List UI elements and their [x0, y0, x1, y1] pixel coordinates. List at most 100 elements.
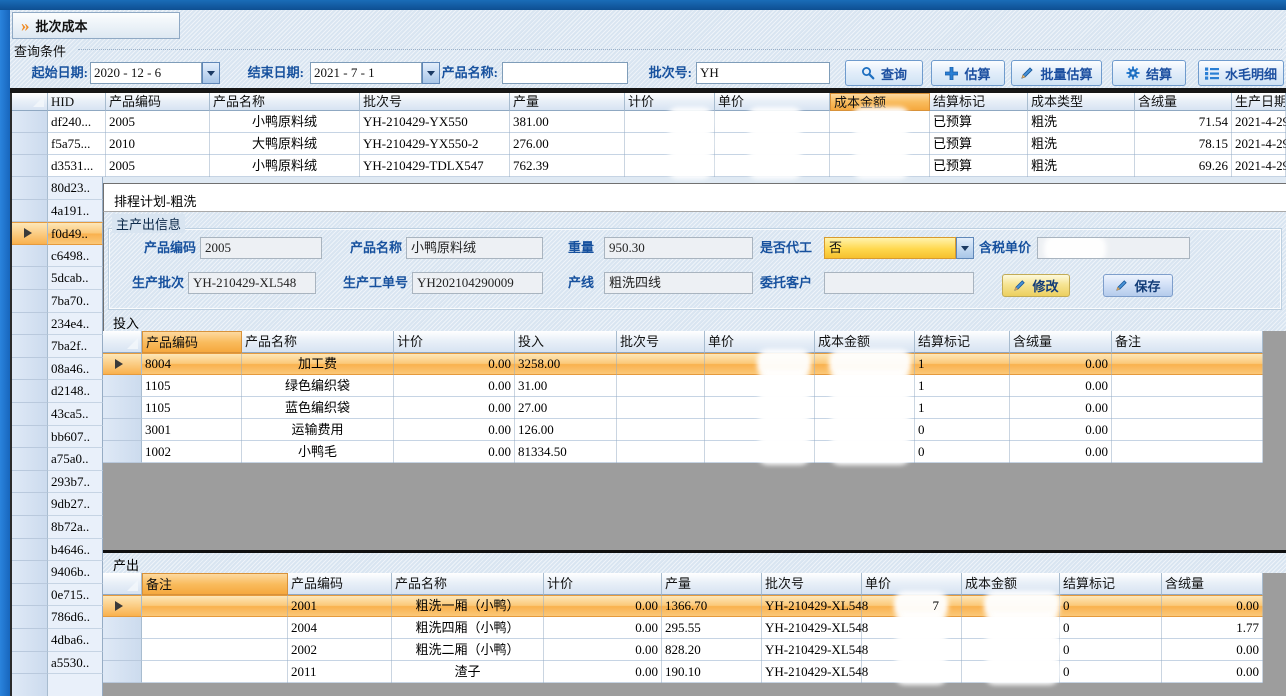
row-marker-cell[interactable] [12, 606, 48, 629]
row-marker-cell[interactable] [103, 397, 142, 419]
row-marker-cell[interactable] [12, 380, 48, 403]
column-header[interactable]: 产品编码 [106, 93, 210, 111]
column-header[interactable]: 产品名称 [210, 93, 360, 111]
select-all-header[interactable] [103, 573, 142, 595]
outsourced-combo-button[interactable] [956, 237, 974, 259]
modify-button[interactable]: 修改 [1002, 274, 1070, 297]
row-marker-cell[interactable] [12, 155, 48, 177]
column-header[interactable]: 备注 [142, 573, 288, 595]
column-header[interactable]: 产品名称 [392, 573, 544, 595]
product-name-input[interactable] [502, 62, 628, 84]
select-all-header[interactable] [103, 331, 142, 353]
column-header[interactable]: 结算标记 [1060, 573, 1162, 595]
row-marker-cell[interactable] [12, 426, 48, 449]
tab-batch-cost[interactable]: » 批次成本 [12, 12, 180, 39]
row-marker-cell[interactable] [12, 313, 48, 336]
left-hid-row[interactable]: 234e4.. [48, 313, 103, 336]
save-button[interactable]: 保存 [1103, 274, 1173, 297]
row-marker-cell[interactable] [12, 539, 48, 562]
column-header[interactable]: 成本类型 [1028, 93, 1135, 111]
column-header[interactable]: 投入 [515, 331, 617, 353]
column-header[interactable]: 批次号 [617, 331, 705, 353]
row-marker-cell[interactable] [12, 177, 48, 200]
left-hid-row[interactable]: 7ba70.. [48, 290, 103, 313]
row-marker-cell[interactable] [12, 335, 48, 358]
left-hid-row[interactable] [48, 674, 103, 696]
row-marker-cell[interactable] [103, 639, 142, 661]
left-hid-row[interactable]: 43ca5.. [48, 403, 103, 426]
weight-field[interactable]: 950.30 [604, 237, 753, 259]
row-marker-cell[interactable] [12, 290, 48, 313]
work-order-field[interactable]: YH202104290009 [412, 272, 543, 294]
left-hid-row[interactable]: c6498.. [48, 245, 103, 268]
column-header[interactable]: 结算标记 [915, 331, 1010, 353]
column-header[interactable]: 产品编码 [142, 331, 242, 353]
row-marker-cell[interactable] [103, 441, 142, 463]
column-header[interactable]: 含绒量 [1135, 93, 1232, 111]
column-header[interactable]: 含绒量 [1010, 331, 1112, 353]
left-hid-row[interactable]: bb607.. [48, 426, 103, 449]
row-marker-cell[interactable] [12, 674, 48, 696]
outsourced-combo[interactable]: 否 [824, 237, 956, 259]
row-marker-cell[interactable] [12, 133, 48, 155]
column-header[interactable]: 批次号 [762, 573, 862, 595]
start-date-input[interactable] [90, 62, 202, 84]
column-header[interactable]: 含绒量 [1162, 573, 1263, 595]
water-down-detail-button[interactable]: 水毛明细 [1198, 60, 1284, 86]
taxed-price-field[interactable] [1037, 237, 1190, 259]
row-marker-cell[interactable] [103, 595, 142, 617]
row-marker-cell[interactable] [12, 561, 48, 584]
left-hid-row[interactable]: d2148.. [48, 380, 103, 403]
column-header[interactable]: HID [48, 93, 106, 111]
column-header[interactable]: 产品编码 [288, 573, 392, 595]
left-hid-row[interactable]: b4646.. [48, 539, 103, 562]
left-hid-row[interactable]: 4dba6.. [48, 629, 103, 652]
row-marker-cell[interactable] [12, 245, 48, 268]
left-hid-row[interactable]: a75a0.. [48, 448, 103, 471]
client-field[interactable] [824, 272, 974, 294]
column-header[interactable]: 结算标记 [930, 93, 1028, 111]
left-hid-row[interactable]: 5dcab.. [48, 267, 103, 290]
row-marker-cell[interactable] [103, 661, 142, 683]
row-marker-cell[interactable] [103, 353, 142, 375]
query-button[interactable]: 查询 [845, 60, 923, 86]
dialog-titlebar[interactable]: 排程计划-粗洗 [103, 183, 1286, 212]
column-header[interactable]: 产量 [510, 93, 625, 111]
row-marker-cell[interactable] [12, 358, 48, 381]
left-hid-row[interactable]: 9db27.. [48, 493, 103, 516]
row-marker-cell[interactable] [103, 419, 142, 441]
left-hid-row[interactable]: 786d6.. [48, 606, 103, 629]
left-hid-row[interactable]: 293b7.. [48, 471, 103, 494]
column-header[interactable]: 计价 [544, 573, 662, 595]
left-hid-row[interactable]: 8b72a.. [48, 516, 103, 539]
row-marker-cell[interactable] [12, 493, 48, 516]
column-header[interactable]: 计价 [394, 331, 515, 353]
prod-line-field[interactable]: 粗洗四线 [604, 272, 753, 294]
start-date-dropdown-button[interactable] [202, 62, 220, 84]
prod-batch-field[interactable]: YH-210429-XL548 [188, 272, 316, 294]
row-marker-cell[interactable] [103, 375, 142, 397]
column-header[interactable]: 批次号 [360, 93, 510, 111]
row-marker-cell[interactable] [12, 652, 48, 675]
left-hid-row[interactable]: 08a46.. [48, 358, 103, 381]
left-hid-row[interactable]: 4a191.. [48, 200, 103, 223]
left-hid-row[interactable]: 80d23.. [48, 177, 103, 200]
row-marker-cell[interactable] [12, 200, 48, 223]
row-marker-cell[interactable] [12, 267, 48, 290]
row-marker-cell[interactable] [12, 516, 48, 539]
column-header[interactable]: 产品名称 [242, 331, 394, 353]
left-hid-row[interactable]: 9406b.. [48, 561, 103, 584]
product-code-field[interactable]: 2005 [200, 237, 322, 259]
row-marker-cell[interactable] [12, 471, 48, 494]
left-hid-row[interactable]: f0d49.. [48, 222, 103, 245]
end-date-input[interactable] [310, 62, 422, 84]
settle-button[interactable]: 结算 [1112, 60, 1186, 86]
product-name-field[interactable]: 小鸭原料绒 [406, 237, 543, 259]
estimate-button[interactable]: 估算 [931, 60, 1005, 86]
batch-no-input[interactable] [696, 62, 830, 84]
row-marker-cell[interactable] [12, 629, 48, 652]
row-marker-cell[interactable] [12, 584, 48, 607]
batch-estimate-button[interactable]: 批量估算 [1011, 60, 1102, 86]
column-header[interactable]: 生产日期 [1232, 93, 1286, 111]
row-marker-cell[interactable] [12, 222, 48, 245]
